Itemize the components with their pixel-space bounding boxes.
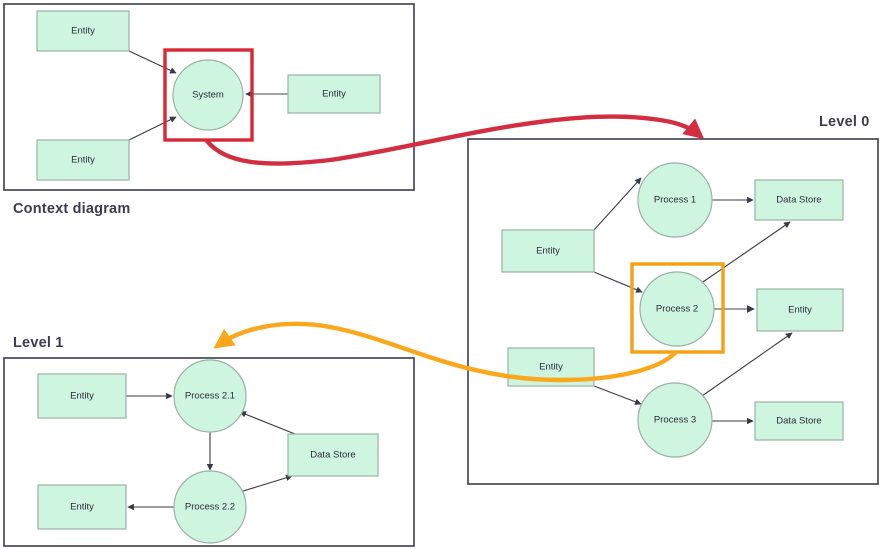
flow-arrow-l0-flow-7 — [701, 332, 793, 397]
node-label-ctx-entity-right: Entity — [322, 89, 346, 100]
node-label-l1-entity-bottom: Entity — [70, 502, 94, 513]
node-label-l1-process-21: Process 2.1 — [185, 391, 235, 402]
node-label-l0-process-3: Process 3 — [654, 415, 696, 426]
flow-arrow-l0-flow-6 — [593, 385, 642, 405]
node-label-l0-datastore-bottom: Data Store — [776, 416, 821, 427]
node-label-l0-entity-upper: Entity — [536, 246, 560, 257]
section-labels-layer: Context diagram Level 0 Level 1 — [13, 114, 870, 351]
section-label-level1: Level 1 — [13, 335, 64, 351]
transition-curve-level0-to-level1 — [213, 321, 678, 383]
diagram-canvas: Entity Entity Entity System Entity Entity Proc… — [3, 3, 879, 547]
node-label-l0-process-2: Process 2 — [656, 304, 698, 315]
flow-arrow-ctx-flow-2 — [128, 116, 177, 141]
node-label-l0-process-1: Process 1 — [654, 195, 696, 206]
dfd-diagram-root: Entity Entity Entity System Entity Entity Proc… — [0, 0, 882, 549]
flow-arrow-l0-flow-2 — [593, 271, 643, 293]
section-label-context: Context diagram — [13, 201, 130, 217]
flow-arrow-l1-flow-4 — [239, 474, 293, 493]
node-label-l1-datastore: Data Store — [310, 450, 355, 461]
node-label-l0-entity-right: Entity — [788, 305, 812, 316]
node-label-l1-process-22: Process 2.2 — [185, 502, 235, 513]
flow-arrow-l0-flow-4 — [699, 221, 791, 285]
node-label-l0-datastore-top: Data Store — [776, 195, 821, 206]
node-label-l1-entity-top: Entity — [70, 391, 94, 402]
transition-curves-layer — [204, 114, 705, 383]
flow-arrow-ctx-flow-1 — [128, 50, 177, 74]
flow-arrow-l1-flow-3 — [239, 411, 296, 435]
node-label-ctx-system: System — [192, 90, 224, 101]
node-label-ctx-entity-bottom: Entity — [71, 155, 95, 166]
transition-curve-context-to-level0 — [204, 114, 705, 166]
node-label-l0-entity-lower: Entity — [539, 362, 563, 373]
section-frames-layer — [3, 3, 879, 547]
node-label-ctx-entity-top: Entity — [71, 26, 95, 37]
section-label-level0: Level 0 — [819, 114, 870, 130]
flow-arrow-l0-flow-1 — [593, 177, 642, 231]
